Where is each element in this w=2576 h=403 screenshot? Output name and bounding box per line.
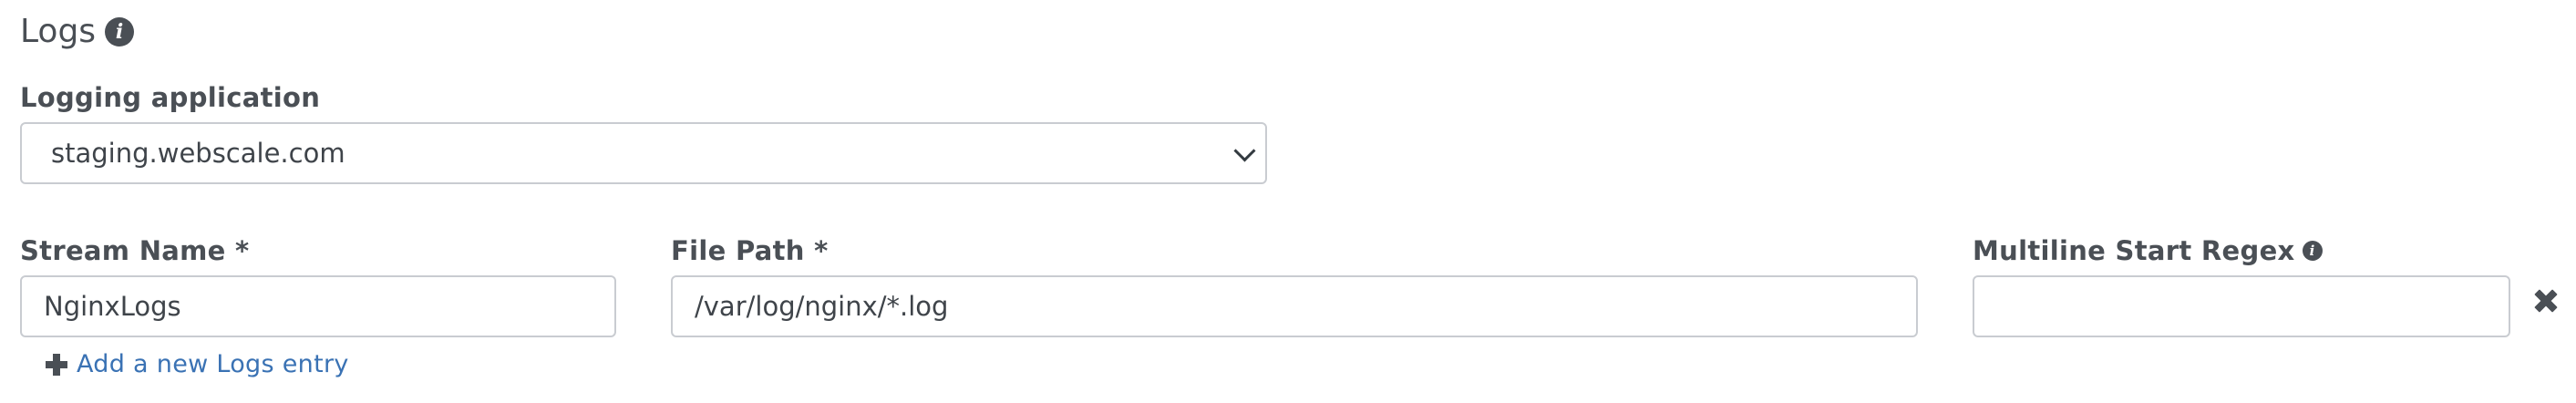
file-path-label: File Path * [671, 235, 829, 266]
multiline-start-regex-label: Multiline Start Regex i [1973, 232, 2323, 270]
chevron-down-icon [1233, 140, 1256, 162]
multiline-start-regex-input[interactable] [1973, 275, 2510, 337]
add-logs-entry-label: Add a new Logs entry [77, 350, 349, 378]
file-path-value: /var/log/nginx/*.log [695, 291, 949, 322]
logging-application-label: Logging application [20, 82, 321, 113]
stream-name-label: Stream Name * [20, 235, 250, 266]
logs-section-header: Logs i [20, 7, 135, 57]
stream-name-input[interactable]: NginxLogs [20, 275, 616, 337]
info-icon[interactable]: i [2302, 241, 2323, 261]
plus-icon [46, 353, 67, 376]
logging-application-select[interactable]: staging.webscale.com [20, 122, 1267, 184]
stream-name-value: NginxLogs [44, 291, 181, 322]
logging-application-value: staging.webscale.com [51, 138, 345, 169]
add-logs-entry-link[interactable]: Add a new Logs entry [46, 350, 349, 378]
remove-entry-close-icon[interactable] [2532, 287, 2560, 315]
file-path-input[interactable]: /var/log/nginx/*.log [671, 275, 1918, 337]
info-icon[interactable]: i [105, 17, 135, 46]
section-title: Logs [20, 13, 97, 50]
